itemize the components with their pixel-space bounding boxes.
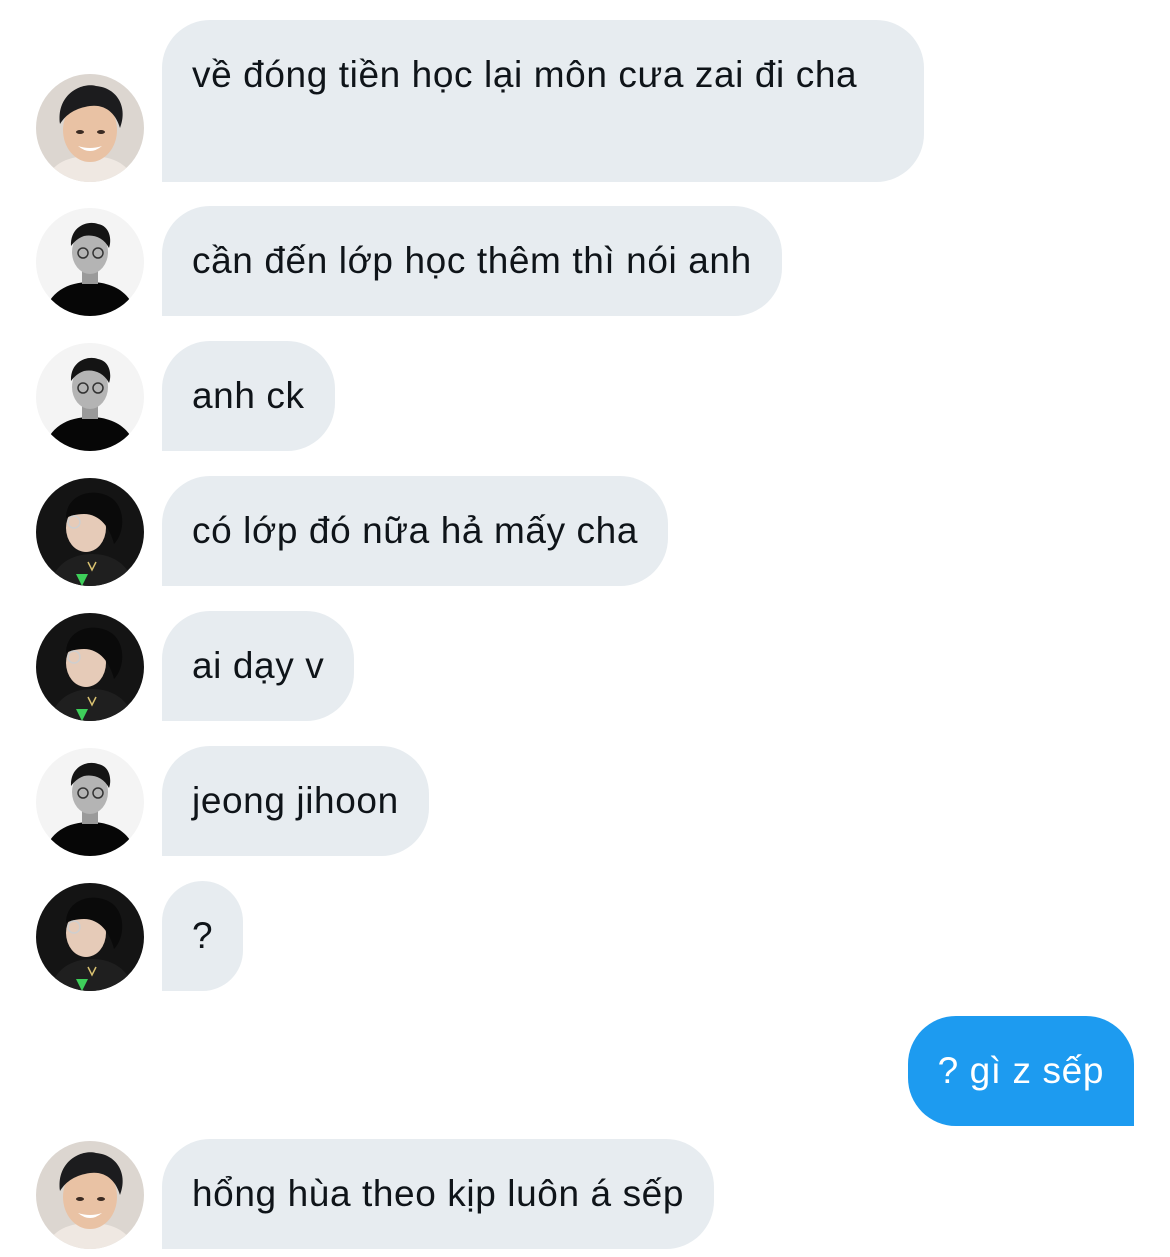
message-bubble[interactable]: anh ck (162, 341, 335, 451)
avatar[interactable] (36, 74, 144, 182)
message-bubble[interactable]: hổng hùa theo kịp luôn á sếp (162, 1139, 715, 1249)
avatar-guy-profile-icon (36, 478, 144, 586)
avatar[interactable] (36, 748, 144, 856)
message-row: jeong jihoon (0, 746, 1170, 856)
avatar-guy-glasses-icon (36, 208, 144, 316)
message-row: ? (0, 881, 1170, 991)
message-row-sent: ? gì z sếp (0, 1016, 1170, 1126)
message-bubble[interactable]: ? (162, 881, 244, 991)
message-text: có lớp đó nữa hả mấy cha (192, 510, 639, 551)
message-row: về đóng tiền học lại môn cưa zai đi cha (0, 20, 1170, 182)
message-text: về đóng tiền học lại môn cưa zai đi cha (192, 54, 858, 95)
message-text: ? gì z sếp (937, 1050, 1104, 1091)
message-text: ? (192, 915, 214, 956)
message-bubble[interactable]: về đóng tiền học lại môn cưa zai đi cha (162, 20, 924, 182)
message-bubble[interactable]: cần đến lớp học thêm thì nói anh (162, 206, 782, 316)
message-row: có lớp đó nữa hả mấy cha (0, 476, 1170, 586)
message-row: anh ck (0, 341, 1170, 451)
message-row: hổng hùa theo kịp luôn á sếp (0, 1139, 1170, 1249)
avatar[interactable] (36, 343, 144, 451)
avatar-smiling-guy-icon (36, 1141, 144, 1249)
conversation-thread[interactable]: về đóng tiền học lại môn cưa zai đi cha … (0, 0, 1170, 1257)
message-text: hổng hùa theo kịp luôn á sếp (192, 1173, 685, 1214)
message-text: jeong jihoon (192, 780, 399, 821)
message-row: cần đến lớp học thêm thì nói anh (0, 206, 1170, 316)
message-bubble[interactable]: jeong jihoon (162, 746, 429, 856)
message-text: anh ck (192, 375, 305, 416)
avatar-guy-profile-icon (36, 883, 144, 991)
avatar-guy-glasses-icon (36, 748, 144, 856)
avatar-guy-glasses-icon (36, 343, 144, 451)
avatar-guy-profile-icon (36, 613, 144, 721)
avatar-smiling-guy-icon (36, 74, 144, 182)
avatar[interactable] (36, 883, 144, 991)
message-text: cần đến lớp học thêm thì nói anh (192, 240, 752, 281)
avatar[interactable] (36, 208, 144, 316)
message-text: ai dạy v (192, 645, 325, 686)
message-bubble[interactable]: ai dạy v (162, 611, 355, 721)
message-bubble[interactable]: có lớp đó nữa hả mấy cha (162, 476, 669, 586)
avatar[interactable] (36, 613, 144, 721)
sent-message-bubble[interactable]: ? gì z sếp (907, 1016, 1134, 1126)
avatar[interactable] (36, 478, 144, 586)
avatar[interactable] (36, 1141, 144, 1249)
message-row: ai dạy v (0, 611, 1170, 721)
